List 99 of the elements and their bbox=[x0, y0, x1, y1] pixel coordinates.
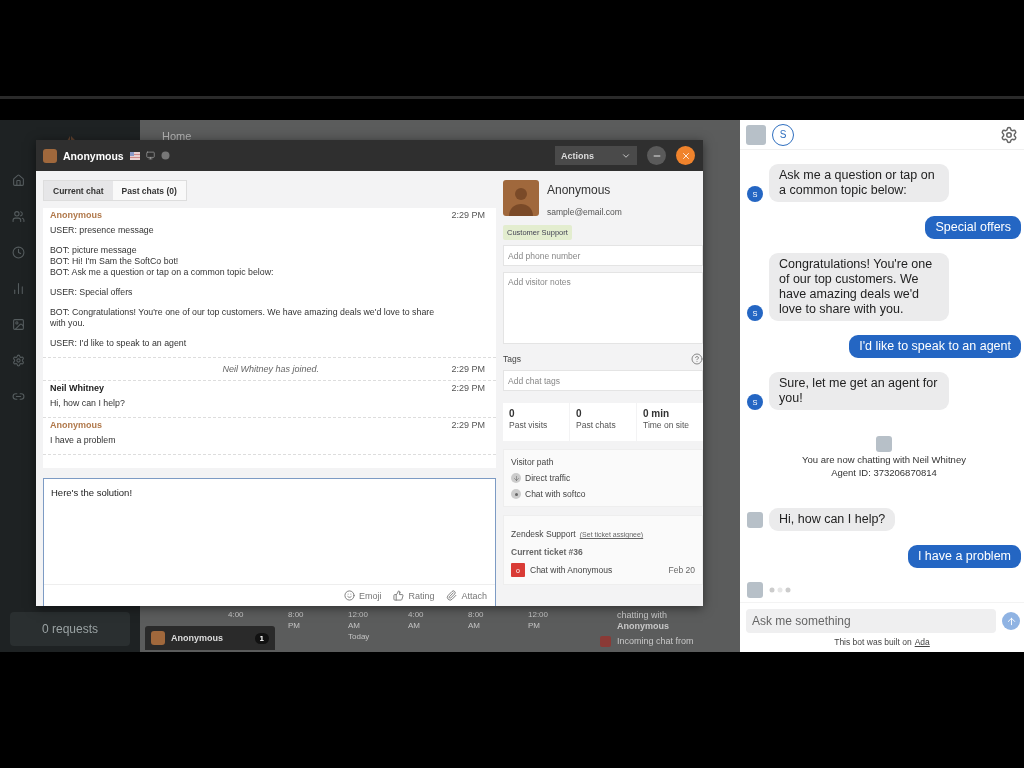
message-time: 2:29 PM bbox=[451, 364, 485, 374]
window-title: Anonymous bbox=[63, 149, 124, 162]
message-time: 2:29 PM bbox=[451, 210, 485, 220]
timeline-label: 12:00 bbox=[528, 609, 550, 620]
visitor-name: Anonymous bbox=[547, 183, 612, 197]
stat-value: 0 bbox=[509, 408, 516, 419]
timeline-label: AM bbox=[408, 620, 421, 631]
stat-label: Past chats bbox=[576, 420, 617, 430]
timeline-label: 4:00 bbox=[408, 609, 425, 620]
message-text: Hi, how can I help? bbox=[50, 398, 126, 409]
visitor-email: sample@email.com bbox=[547, 207, 622, 217]
timeline-label: 8:00 bbox=[468, 609, 485, 620]
timeline-label: 12:00 bbox=[348, 609, 370, 620]
thumbs-up-icon bbox=[393, 590, 405, 601]
smiley-icon bbox=[343, 590, 355, 601]
chat-tab[interactable]: Anonymous 1 bbox=[145, 626, 275, 650]
handoff-text: Agent ID: 373206870814 bbox=[831, 467, 937, 478]
flag-icon bbox=[129, 151, 140, 160]
ticket-heading: Current ticket #36 bbox=[511, 547, 584, 557]
tab[interactable]: Current chat bbox=[44, 181, 113, 200]
message-time: 2:29 PM bbox=[451, 383, 485, 393]
notes-field[interactable]: Add visitor notes bbox=[503, 272, 703, 344]
stat-value: 0 min bbox=[643, 408, 671, 419]
send-button[interactable] bbox=[1002, 612, 1020, 630]
message-text: BOT: Congratulations! You're one of our top customers. We have amazing deals we'd love to share with you. bbox=[50, 307, 436, 329]
user-message: Special offers bbox=[925, 216, 1021, 239]
stat-label: Time on site bbox=[643, 420, 690, 430]
ticket-subject[interactable]: Chat with Anonymous bbox=[530, 565, 613, 575]
tags-label: Tags bbox=[503, 354, 521, 364]
timeline-label: 8:00 bbox=[288, 609, 305, 620]
composer-tool[interactable]: Emoji bbox=[343, 590, 382, 601]
message-input[interactable]: Ask me something bbox=[746, 609, 996, 633]
activity-text: Incoming chat from bbox=[617, 636, 694, 647]
paperclip-icon bbox=[446, 590, 458, 601]
close-button[interactable] bbox=[676, 146, 695, 165]
message-text: I have a problem bbox=[50, 435, 117, 446]
agent-photo bbox=[746, 124, 766, 145]
sender-name: Anonymous bbox=[50, 210, 102, 220]
bot-message: Sure, let me get an agent for you! bbox=[769, 372, 949, 410]
bot-message: Ask me a question or tap on a common topic below: bbox=[769, 164, 949, 202]
arrow-down-icon bbox=[511, 473, 521, 483]
user-message: I'd like to speak to an agent bbox=[849, 335, 1021, 358]
timeline-label: Today bbox=[348, 631, 371, 642]
activity-text: Anonymous bbox=[617, 621, 669, 632]
avatar-icon bbox=[43, 148, 57, 163]
footer-text: This bot was built on bbox=[834, 637, 912, 647]
bot-message: Congratulations! You're one of our top customers. We have amazing deals we'd love to share with you. bbox=[769, 253, 949, 321]
handoff-text: You are now chatting with Neil Whitney bbox=[802, 454, 966, 465]
timeline-label: 4:00 bbox=[228, 609, 245, 620]
phone-field[interactable]: Add phone number bbox=[503, 245, 703, 266]
alert-icon bbox=[600, 636, 611, 647]
path-step: Chat with softco bbox=[525, 489, 586, 499]
sender-name: Anonymous bbox=[50, 420, 102, 430]
composer-tool[interactable]: Rating bbox=[393, 590, 435, 601]
ticket-date: Feb 20 bbox=[668, 565, 695, 575]
composer-tool[interactable]: Attach bbox=[446, 590, 487, 601]
message-text: BOT: picture message bbox=[50, 245, 138, 256]
message-text: BOT: Hi! I'm Sam the SoftCo bot! bbox=[50, 256, 180, 267]
activity-text: chatting with bbox=[617, 610, 669, 621]
actions-dropdown[interactable]: Actions bbox=[555, 146, 637, 165]
timeline-label: AM bbox=[348, 620, 361, 631]
card-title: Zendesk Support bbox=[511, 529, 576, 539]
arrow-up-icon bbox=[1005, 615, 1017, 627]
tags-field[interactable]: Add chat tags bbox=[503, 370, 703, 391]
unread-count: 1 bbox=[254, 632, 269, 644]
help-icon[interactable] bbox=[691, 353, 703, 365]
avatar-silhouette-icon bbox=[503, 180, 539, 216]
monitor-icon bbox=[145, 151, 155, 160]
message-text: BOT: Ask me a question or tap on a common topic below: bbox=[50, 267, 275, 278]
page-title: Home bbox=[162, 130, 192, 142]
message-composer[interactable]: Here's the solution! Emoji Rating Attach bbox=[43, 478, 496, 606]
minimize-button[interactable] bbox=[647, 146, 666, 165]
message-text: USER: presence message bbox=[50, 225, 155, 236]
stat-value: 0 bbox=[576, 408, 583, 419]
dot-icon bbox=[511, 489, 521, 499]
chat-tab-name: Anonymous bbox=[171, 633, 223, 643]
message-text: USER: Special offers bbox=[50, 287, 134, 298]
close-icon bbox=[680, 150, 691, 161]
timeline-label: AM bbox=[468, 620, 481, 631]
path-step: Direct traffic bbox=[525, 473, 571, 483]
footer-link[interactable]: Ada bbox=[914, 637, 930, 647]
tab[interactable]: Past chats (0) bbox=[112, 181, 186, 200]
stat-label: Past visits bbox=[509, 420, 549, 430]
agent-message: Hi, how can I help? bbox=[769, 508, 896, 531]
agent-photo bbox=[747, 511, 763, 528]
sender-name: Neil Whitney bbox=[50, 383, 104, 393]
timeline-label: PM bbox=[528, 620, 541, 631]
avatar-icon bbox=[151, 631, 165, 645]
message-time: 2:29 PM bbox=[451, 420, 485, 430]
requests-counter[interactable]: 0 requests bbox=[10, 612, 130, 646]
message-text: USER: I'd like to speak to an agent bbox=[50, 338, 188, 349]
settings-icon[interactable] bbox=[1000, 125, 1018, 144]
timeline-label: PM bbox=[288, 620, 301, 631]
event-text: Neil Whitney has joined. bbox=[221, 364, 320, 374]
agent-photo bbox=[747, 582, 763, 598]
card-title: Visitor path bbox=[511, 457, 555, 467]
typing-indicator bbox=[769, 587, 793, 593]
user-message: I have a problem bbox=[907, 545, 1021, 568]
agent-photo bbox=[876, 436, 892, 452]
